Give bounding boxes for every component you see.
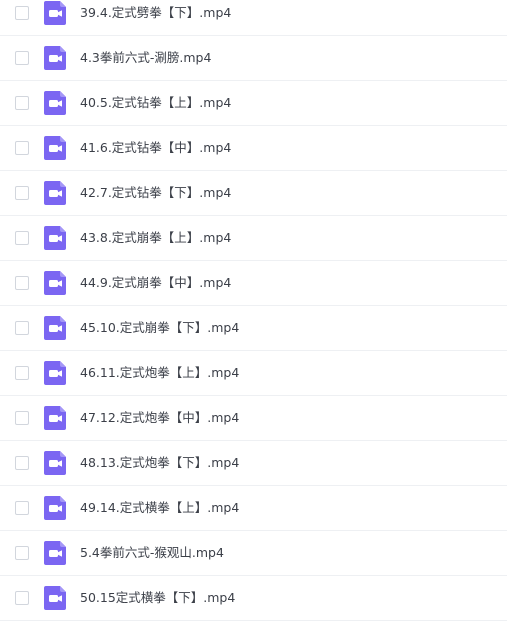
row-checkbox[interactable] — [15, 51, 29, 65]
file-row[interactable]: 41.6.定式钻拳【中】.mp4 — [0, 126, 507, 171]
video-file-icon — [44, 496, 66, 520]
video-file-icon — [44, 91, 66, 115]
file-list: 39.4.定式劈拳【下】.mp4 4.3拳前六式-涮膀.mp4 40.5.定式钻… — [0, 0, 507, 621]
row-checkbox[interactable] — [15, 456, 29, 470]
video-file-icon — [44, 46, 66, 70]
file-name[interactable]: 5.4拳前六式-猴观山.mp4 — [80, 545, 224, 561]
video-file-icon — [44, 181, 66, 205]
file-name[interactable]: 41.6.定式钻拳【中】.mp4 — [80, 140, 231, 156]
file-row[interactable]: 39.4.定式劈拳【下】.mp4 — [0, 0, 507, 36]
row-checkbox[interactable] — [15, 411, 29, 425]
row-checkbox[interactable] — [15, 321, 29, 335]
file-row[interactable]: 4.3拳前六式-涮膀.mp4 — [0, 36, 507, 81]
row-checkbox[interactable] — [15, 546, 29, 560]
file-name[interactable]: 48.13.定式炮拳【下】.mp4 — [80, 455, 239, 471]
file-row[interactable]: 50.15定式横拳【下】.mp4 — [0, 576, 507, 621]
file-name[interactable]: 49.14.定式横拳【上】.mp4 — [80, 500, 239, 516]
video-file-icon — [44, 271, 66, 295]
file-name[interactable]: 45.10.定式崩拳【下】.mp4 — [80, 320, 239, 336]
video-file-icon — [44, 226, 66, 250]
file-row[interactable]: 45.10.定式崩拳【下】.mp4 — [0, 306, 507, 351]
file-row[interactable]: 47.12.定式炮拳【中】.mp4 — [0, 396, 507, 441]
row-checkbox[interactable] — [15, 6, 29, 20]
file-name[interactable]: 4.3拳前六式-涮膀.mp4 — [80, 50, 211, 66]
file-name[interactable]: 40.5.定式钻拳【上】.mp4 — [80, 95, 231, 111]
video-file-icon — [44, 406, 66, 430]
file-row[interactable]: 44.9.定式崩拳【中】.mp4 — [0, 261, 507, 306]
file-row[interactable]: 48.13.定式炮拳【下】.mp4 — [0, 441, 507, 486]
row-checkbox[interactable] — [15, 186, 29, 200]
video-file-icon — [44, 316, 66, 340]
video-file-icon — [44, 541, 66, 565]
file-row[interactable]: 43.8.定式崩拳【上】.mp4 — [0, 216, 507, 261]
file-row[interactable]: 46.11.定式炮拳【上】.mp4 — [0, 351, 507, 396]
file-row[interactable]: 5.4拳前六式-猴观山.mp4 — [0, 531, 507, 576]
file-name[interactable]: 46.11.定式炮拳【上】.mp4 — [80, 365, 239, 381]
file-name[interactable]: 50.15定式横拳【下】.mp4 — [80, 590, 235, 606]
file-name[interactable]: 47.12.定式炮拳【中】.mp4 — [80, 410, 239, 426]
row-checkbox[interactable] — [15, 231, 29, 245]
file-name[interactable]: 39.4.定式劈拳【下】.mp4 — [80, 5, 231, 21]
row-checkbox[interactable] — [15, 366, 29, 380]
video-file-icon — [44, 361, 66, 385]
file-row[interactable]: 42.7.定式钻拳【下】.mp4 — [0, 171, 507, 216]
file-name[interactable]: 43.8.定式崩拳【上】.mp4 — [80, 230, 231, 246]
file-row[interactable]: 49.14.定式横拳【上】.mp4 — [0, 486, 507, 531]
row-checkbox[interactable] — [15, 276, 29, 290]
file-name[interactable]: 44.9.定式崩拳【中】.mp4 — [80, 275, 231, 291]
video-file-icon — [44, 136, 66, 160]
row-checkbox[interactable] — [15, 141, 29, 155]
video-file-icon — [44, 1, 66, 25]
file-row[interactable]: 40.5.定式钻拳【上】.mp4 — [0, 81, 507, 126]
row-checkbox[interactable] — [15, 501, 29, 515]
file-name[interactable]: 42.7.定式钻拳【下】.mp4 — [80, 185, 231, 201]
row-checkbox[interactable] — [15, 591, 29, 605]
video-file-icon — [44, 586, 66, 610]
row-checkbox[interactable] — [15, 96, 29, 110]
video-file-icon — [44, 451, 66, 475]
